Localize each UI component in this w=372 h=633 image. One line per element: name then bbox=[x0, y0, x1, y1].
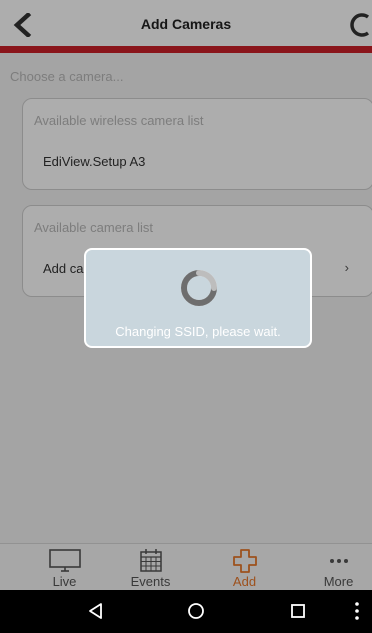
system-back-button[interactable] bbox=[76, 596, 116, 626]
system-recents-button[interactable] bbox=[278, 596, 318, 626]
home-circle-icon bbox=[188, 603, 204, 619]
spinner-icon bbox=[181, 270, 217, 306]
menu-dots-icon bbox=[355, 602, 359, 620]
system-home-button[interactable] bbox=[176, 596, 216, 626]
system-menu-button[interactable] bbox=[342, 596, 372, 626]
back-triangle-icon bbox=[89, 603, 102, 619]
loading-dialog: Changing SSID, please wait. bbox=[84, 248, 312, 348]
system-nav-bar bbox=[0, 590, 372, 633]
loading-message: Changing SSID, please wait. bbox=[115, 324, 281, 339]
app-screen: Add Cameras Choose a camera... Available… bbox=[0, 0, 372, 633]
recents-square-icon bbox=[291, 604, 305, 618]
